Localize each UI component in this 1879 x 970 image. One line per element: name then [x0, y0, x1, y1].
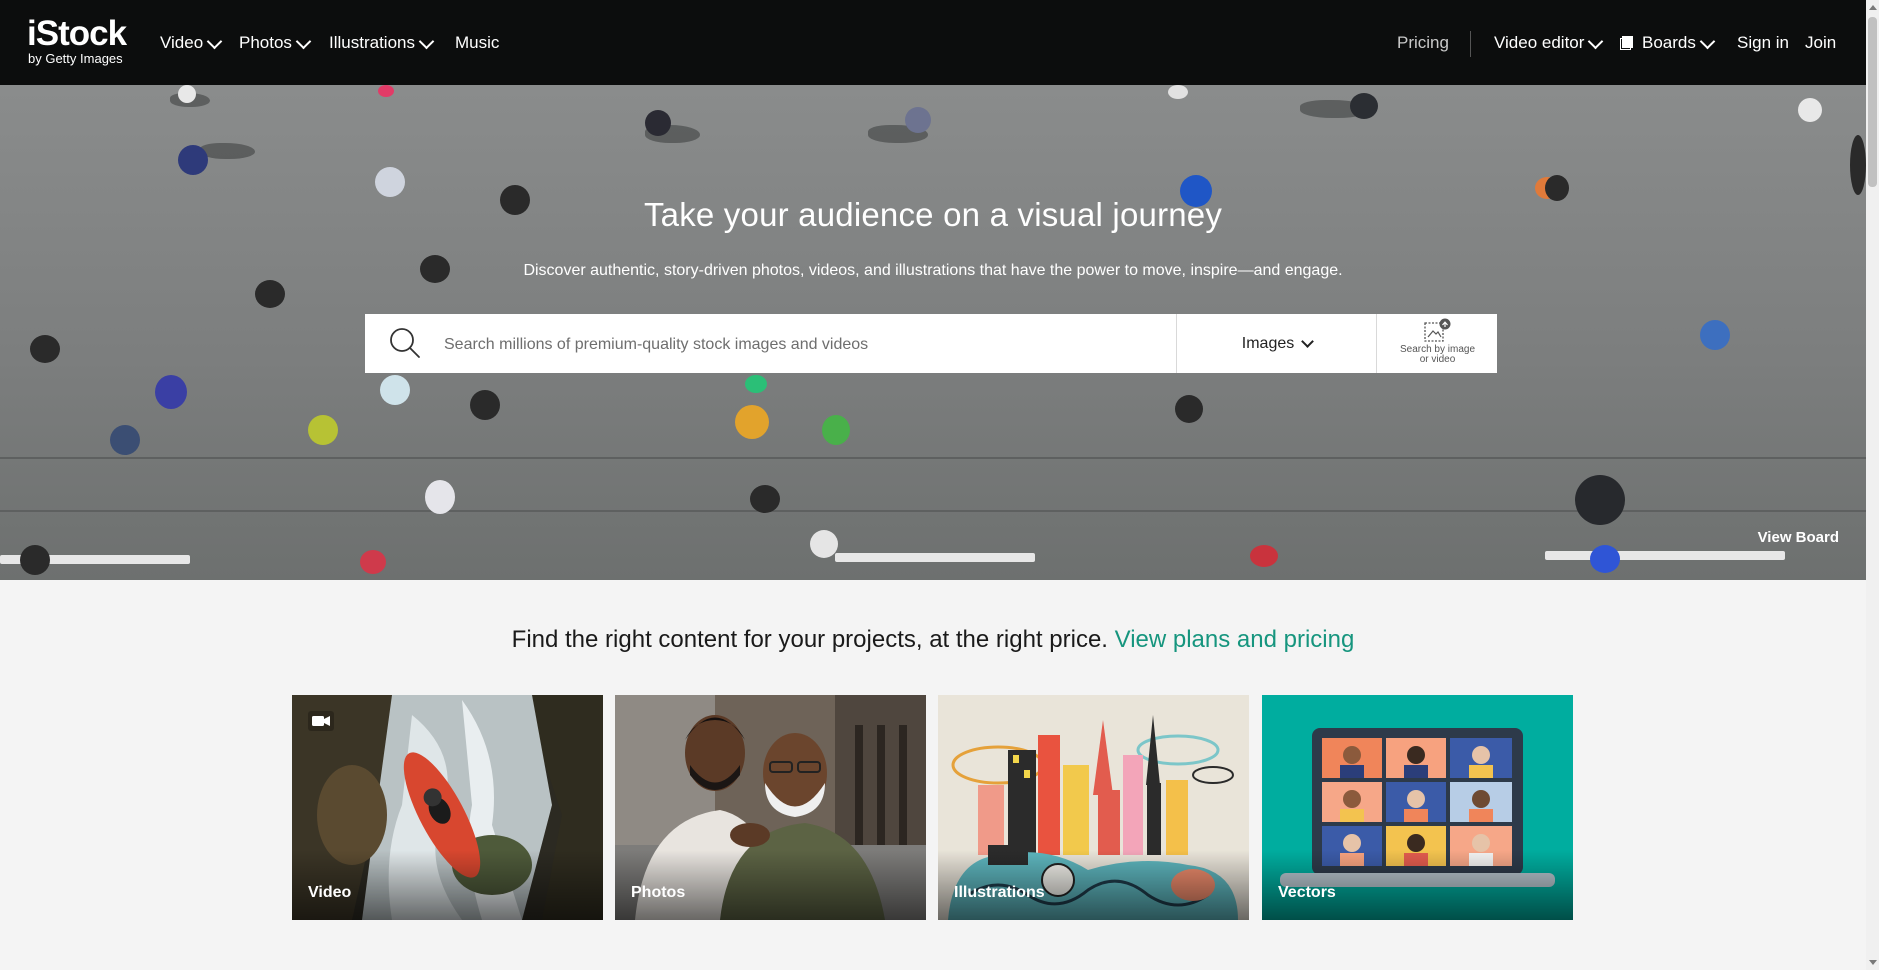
top-navigation: iStock by Getty Images Video Photos Illu…: [0, 0, 1866, 85]
pedestrian: [810, 530, 838, 558]
nav-divider: [1470, 31, 1471, 57]
pedestrian: [378, 85, 394, 97]
road-marking: [835, 553, 1035, 562]
video-camera-icon: [308, 711, 334, 731]
category-tile-photos[interactable]: Photos: [615, 695, 926, 920]
istock-logo[interactable]: iStock by Getty Images: [27, 16, 142, 68]
search-bar: Images Search by image or video: [365, 314, 1498, 375]
chevron-down-icon: [1301, 335, 1315, 348]
pedestrian: [20, 545, 50, 575]
tile-label-photos: Photos: [631, 884, 686, 901]
boards-icon: [1620, 36, 1633, 50]
nav-illustrations-label: Illustrations: [329, 33, 415, 52]
pedestrian: [1850, 135, 1866, 195]
pedestrian: [745, 375, 767, 393]
pedestrian: [470, 390, 500, 420]
tile-label-illustrations: Illustrations: [954, 884, 1045, 901]
logo-subtitle: by Getty Images: [28, 51, 123, 66]
pedestrian: [360, 550, 386, 574]
scroll-down-arrow-icon[interactable]: [1869, 960, 1877, 965]
image-upload-icon: [1424, 318, 1451, 342]
search-by-image-label-line2: or video: [1419, 354, 1456, 365]
nav-music[interactable]: Music: [455, 30, 499, 56]
pedestrian: [1350, 93, 1378, 119]
chevron-down-icon: [206, 33, 223, 49]
nav-illustrations[interactable]: Illustrations: [329, 30, 435, 56]
pedestrian: [1700, 320, 1730, 350]
road-lane-line: [0, 457, 1866, 459]
nav-join-label: Join: [1805, 33, 1837, 52]
tile-label-video: Video: [308, 884, 352, 901]
chevron-down-icon: [1699, 33, 1716, 49]
view-board-link[interactable]: View Board: [1758, 529, 1839, 546]
pedestrian: [380, 375, 410, 405]
pedestrian: [178, 85, 196, 103]
pedestrian: [905, 107, 931, 133]
pedestrian: [1590, 545, 1620, 573]
pedestrian: [308, 415, 338, 445]
pedestrian: [1798, 98, 1822, 122]
nav-video[interactable]: Video: [160, 30, 223, 56]
nav-pricing[interactable]: Pricing: [1397, 30, 1449, 56]
pedestrian: [375, 167, 405, 197]
nav-photos[interactable]: Photos: [239, 30, 312, 56]
road-marking: [1545, 551, 1785, 560]
pedestrian: [1250, 545, 1278, 567]
logo-wordmark: iStock: [27, 14, 127, 53]
hero-subtitle: Discover authentic, story-driven photos,…: [523, 262, 1343, 279]
pricing-callout: Find the right content for your projects…: [0, 626, 1866, 654]
pedestrian: [1175, 395, 1203, 423]
search-by-image-label: Search by image or video: [1377, 345, 1498, 365]
hero-title: Take your audience on a visual journey: [643, 196, 1223, 233]
tile-label-vectors: Vectors: [1278, 884, 1336, 901]
pricing-text: Find the right content for your projects…: [511, 626, 1108, 653]
view-plans-link[interactable]: View plans and pricing: [1115, 626, 1355, 653]
pedestrian-shadow: [200, 143, 255, 159]
pedestrian: [425, 480, 455, 514]
search-input[interactable]: [442, 314, 1136, 375]
pedestrian: [645, 110, 671, 136]
scrollbar-thumb[interactable]: [1868, 17, 1877, 187]
search-type-select[interactable]: Images: [1176, 314, 1377, 373]
nav-video-label: Video: [160, 33, 204, 52]
chevron-down-icon: [1588, 33, 1604, 49]
page-scrollbar[interactable]: [1866, 0, 1879, 970]
hero-banner: Take your audience on a visual journey D…: [0, 85, 1866, 580]
category-tile-vectors[interactable]: Vectors: [1262, 695, 1573, 920]
pedestrian: [110, 425, 140, 455]
chevron-down-icon: [418, 33, 435, 49]
cyclist: [1575, 475, 1625, 525]
pedestrian: [735, 405, 769, 439]
scroll-up-arrow-icon[interactable]: [1869, 5, 1877, 10]
category-tile-video[interactable]: Video: [292, 695, 603, 920]
nav-photos-label: Photos: [239, 33, 292, 52]
pedestrian: [155, 375, 187, 409]
nav-video-editor-label: Video editor: [1494, 33, 1585, 52]
nav-sign-in[interactable]: Sign in: [1737, 30, 1789, 56]
pedestrian: [750, 485, 780, 513]
search-icon[interactable]: [389, 327, 421, 359]
chevron-down-icon: [295, 33, 312, 49]
search-by-image-button[interactable]: Search by image or video: [1376, 314, 1498, 373]
category-tile-illustrations[interactable]: Illustrations: [938, 695, 1249, 920]
nav-video-editor[interactable]: Video editor: [1494, 30, 1604, 56]
nav-sign-in-label: Sign in: [1737, 33, 1789, 52]
pedestrian: [1168, 85, 1188, 99]
nav-join[interactable]: Join: [1805, 30, 1836, 56]
pedestrian: [30, 335, 60, 363]
pedestrian: [822, 415, 850, 445]
nav-boards[interactable]: Boards: [1620, 30, 1716, 56]
pedestrian: [255, 280, 285, 308]
pedestrian: [178, 145, 208, 175]
nav-pricing-label: Pricing: [1397, 33, 1449, 52]
nav-music-label: Music: [455, 33, 500, 52]
search-type-label: Images: [1241, 334, 1295, 352]
nav-boards-label: Boards: [1642, 33, 1696, 52]
